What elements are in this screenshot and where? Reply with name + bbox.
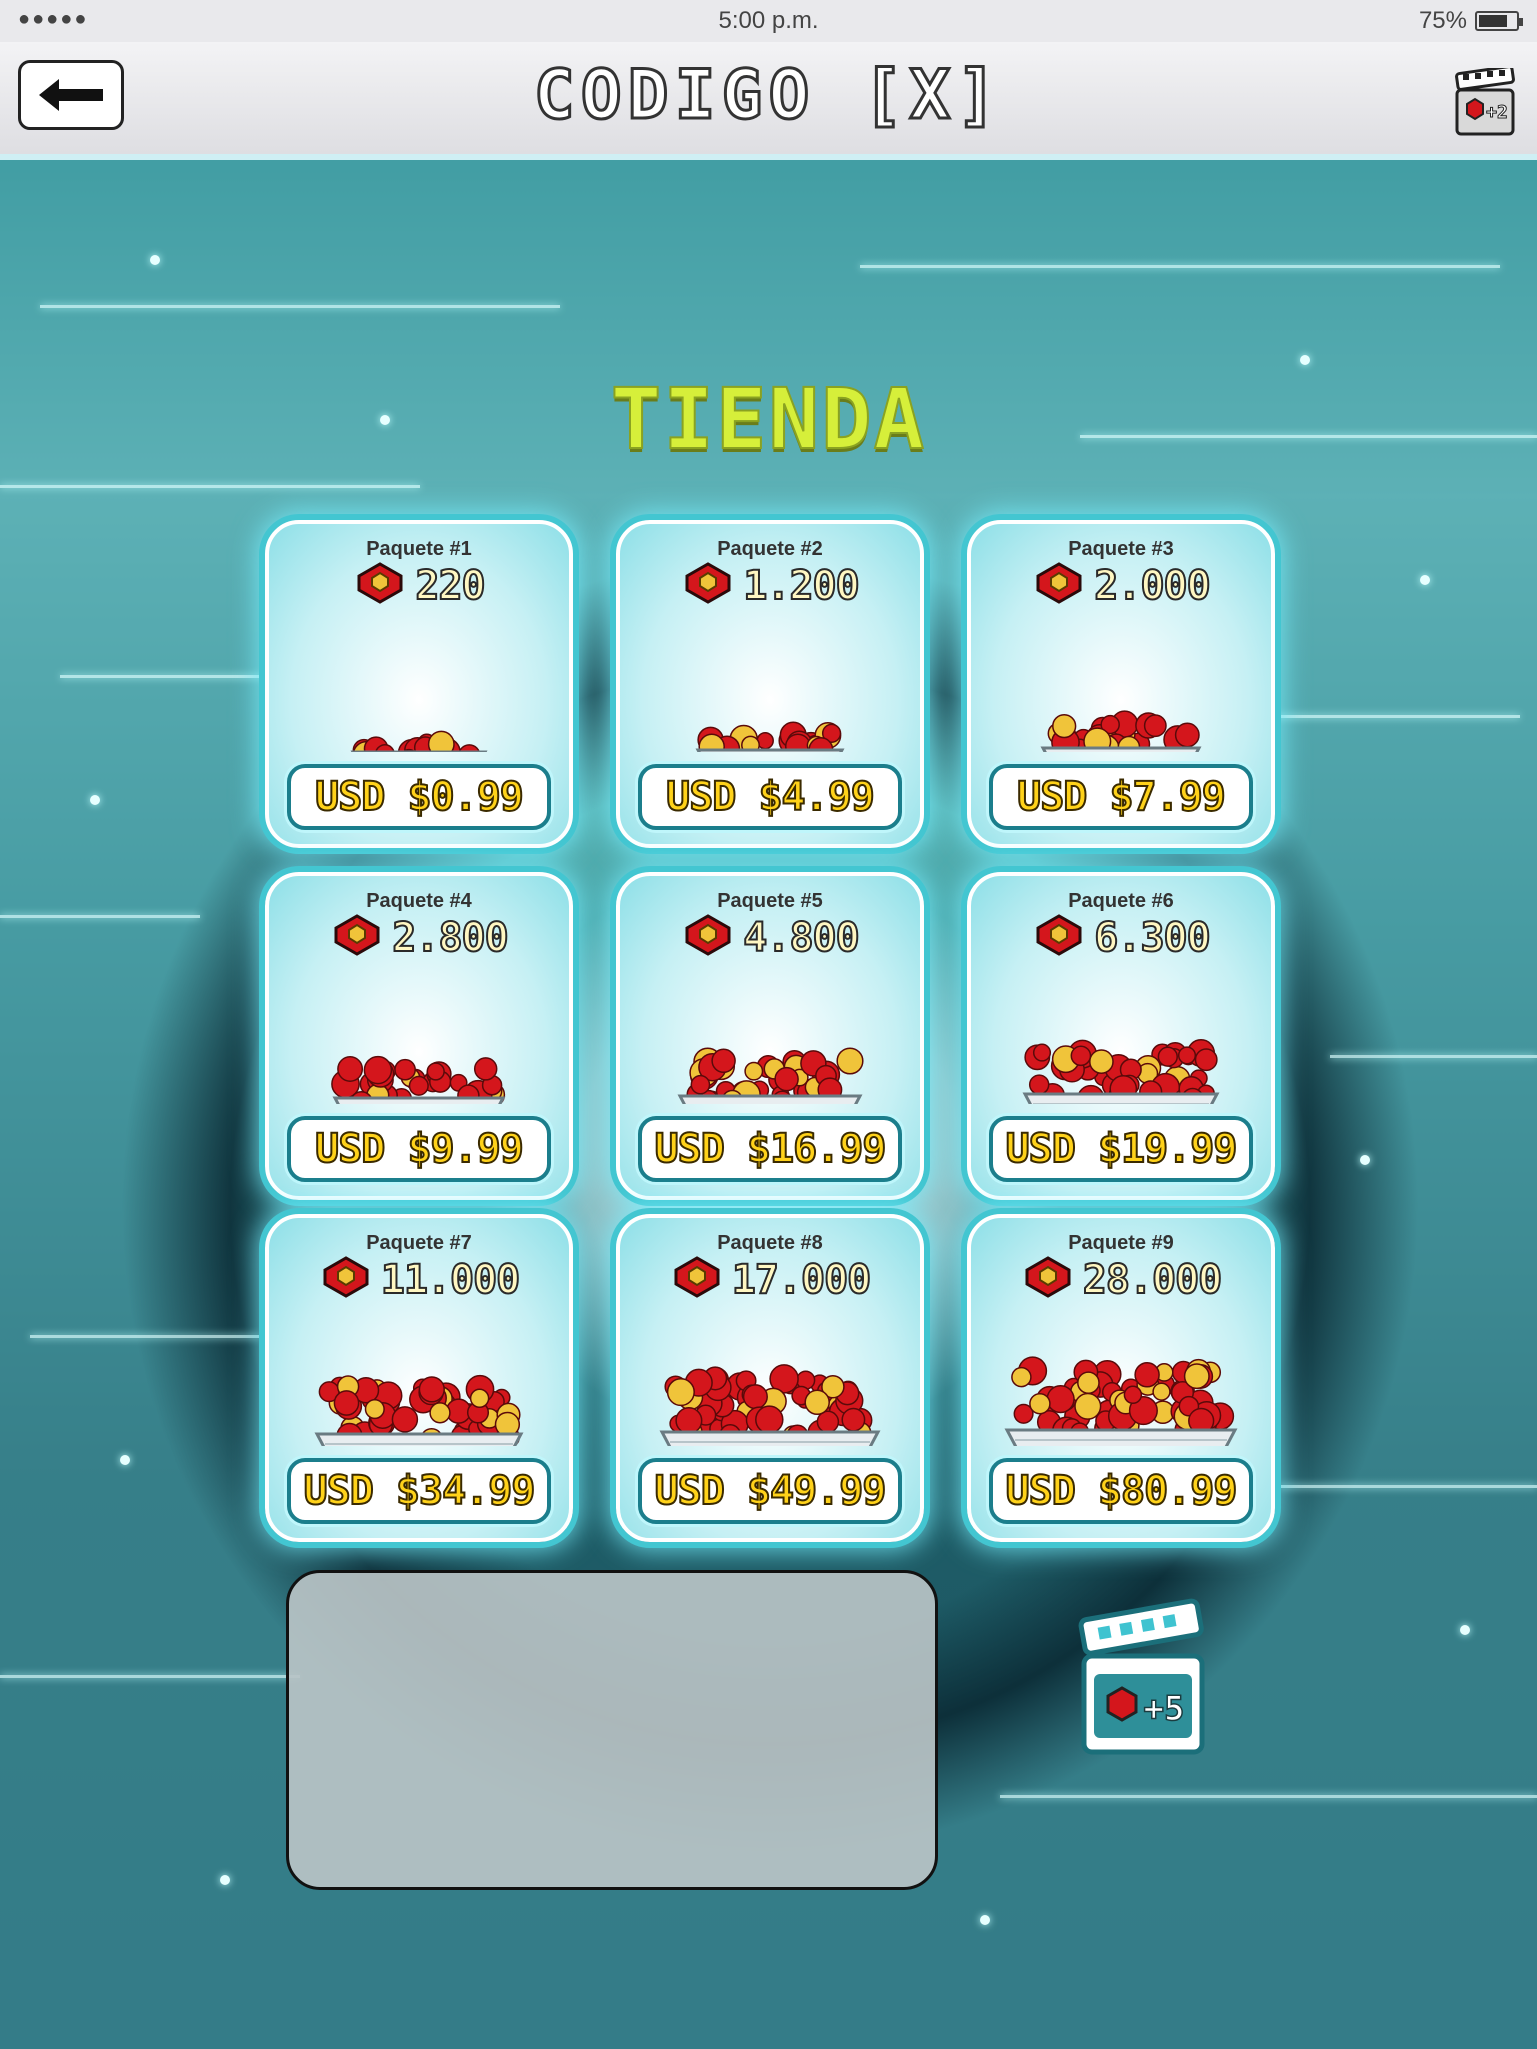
gem-bowl-image <box>971 1314 1271 1466</box>
gem-icon <box>319 1254 373 1305</box>
gem-bowl-image <box>269 620 569 788</box>
gem-icon <box>681 560 735 611</box>
buy-button[interactable]: USD $0.99 <box>287 764 551 830</box>
package-name: Paquete #7 <box>366 1232 472 1254</box>
gem-amount-row: 2.000 <box>971 560 1271 611</box>
gem-amount: 17.000 <box>731 1256 872 1304</box>
gem-amount-row: 28.000 <box>971 1254 1271 1305</box>
reward-plus-five: +5 <box>1144 1689 1185 1729</box>
buy-button[interactable]: USD $9.99 <box>287 1116 551 1182</box>
package-card[interactable]: Paquete #4 2.800 USD $9.99 <box>265 872 573 1200</box>
gem-icon <box>1021 1254 1075 1305</box>
buy-button[interactable]: USD $16.99 <box>638 1116 902 1182</box>
gem-bowl-image <box>620 972 920 1132</box>
gem-amount: 6.300 <box>1093 914 1211 962</box>
gem-icon <box>330 912 384 963</box>
battery-percent: 75% <box>1418 7 1467 34</box>
package-card[interactable]: Paquete #5 4.800 USD $16.99 <box>616 872 924 1200</box>
gem-amount-row: 11.000 <box>269 1254 569 1305</box>
clapperboard-icon: +5 <box>1078 1598 1205 1755</box>
shop-title: TIENDA <box>610 369 927 469</box>
package-name: Paquete #8 <box>717 1232 823 1254</box>
status-bar: ●●●●● 5:00 p.m. 75% <box>0 0 1537 42</box>
gem-amount-row: 6.300 <box>971 912 1271 963</box>
gem-icon <box>1032 912 1086 963</box>
battery-icon <box>1475 11 1523 31</box>
gem-amount: 1.200 <box>742 562 860 610</box>
gem-amount: 220 <box>414 562 486 610</box>
status-time: 5:00 p.m. <box>718 7 819 34</box>
gem-icon <box>670 1254 724 1305</box>
package-card[interactable]: Paquete #7 11.000 USD $34.99 <box>265 1214 573 1542</box>
package-name: Paquete #9 <box>1068 1232 1174 1254</box>
clapperboard-icon: +2 <box>1455 65 1515 136</box>
buy-button[interactable]: USD $7.99 <box>989 764 1253 830</box>
app-header: CODIGO [X] +2 <box>0 42 1537 160</box>
buy-button[interactable]: USD $4.99 <box>638 764 902 830</box>
package-name: Paquete #1 <box>366 538 472 560</box>
gem-bowl-image <box>269 1314 569 1470</box>
video-reward-button[interactable]: +5 <box>1072 1596 1212 1760</box>
gem-amount-row: 1.200 <box>620 560 920 611</box>
gem-amount: 4.800 <box>742 914 860 962</box>
ad-banner-placeholder[interactable] <box>286 1570 938 1890</box>
gem-amount: 28.000 <box>1082 1256 1223 1304</box>
gem-amount-row: 17.000 <box>620 1254 920 1305</box>
buy-button[interactable]: USD $19.99 <box>989 1116 1253 1182</box>
gem-amount: 2.000 <box>1093 562 1211 610</box>
gem-bowl-image <box>971 620 1271 784</box>
buy-button[interactable]: USD $49.99 <box>638 1458 902 1524</box>
package-card[interactable]: Paquete #3 2.000 USD $7.99 <box>967 520 1275 848</box>
gem-icon <box>353 560 407 611</box>
gem-icon <box>681 912 735 963</box>
watch-video-button[interactable]: +2 <box>1453 65 1517 138</box>
gem-amount-row: 4.800 <box>620 912 920 963</box>
package-card[interactable]: Paquete #9 28.000 USD $80.99 <box>967 1214 1275 1542</box>
package-card[interactable]: Paquete #6 6.300 USD $19.99 <box>967 872 1275 1200</box>
gem-amount: 11.000 <box>380 1256 521 1304</box>
package-name: Paquete #5 <box>717 890 823 912</box>
gem-bowl-image <box>971 972 1271 1130</box>
gem-bowl-image <box>269 972 569 1134</box>
buy-button[interactable]: USD $80.99 <box>989 1458 1253 1524</box>
package-name: Paquete #2 <box>717 538 823 560</box>
gem-icon <box>1032 560 1086 611</box>
gem-amount-row: 220 <box>269 560 569 611</box>
package-name: Paquete #3 <box>1068 538 1174 560</box>
buy-button[interactable]: USD $34.99 <box>287 1458 551 1524</box>
package-card[interactable]: Paquete #1 220 USD $0.99 <box>265 520 573 848</box>
app-title: CODIGO [X] <box>532 55 1004 137</box>
package-card[interactable]: Paquete #8 17.000 USD $49.99 <box>616 1214 924 1542</box>
package-name: Paquete #4 <box>366 890 472 912</box>
package-card[interactable]: Paquete #2 1.200 USD $4.99 <box>616 520 924 848</box>
package-name: Paquete #6 <box>1068 890 1174 912</box>
gem-amount-row: 2.800 <box>269 912 569 963</box>
gem-bowl-image <box>620 620 920 786</box>
reward-badge-text: +2 <box>1486 102 1508 123</box>
gem-bowl-image <box>620 1314 920 1468</box>
gem-amount: 2.800 <box>391 914 509 962</box>
